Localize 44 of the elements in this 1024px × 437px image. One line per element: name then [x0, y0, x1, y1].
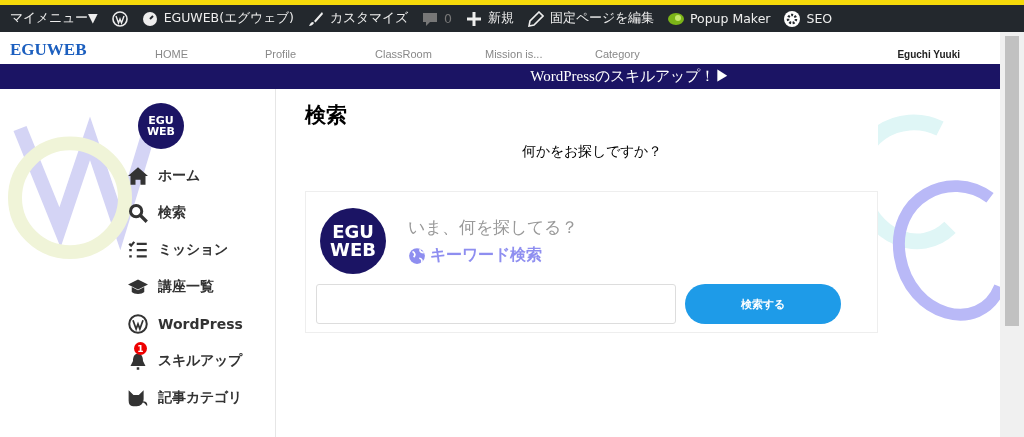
- brush-icon: [307, 10, 324, 27]
- sidebar-link[interactable]: ホーム: [158, 166, 200, 185]
- scrollbar[interactable]: [1000, 32, 1024, 437]
- comment-icon: [421, 10, 438, 27]
- admin-bar-item[interactable]: 固定ページを編集: [549, 10, 654, 27]
- nav-link[interactable]: Mission is...: [485, 48, 595, 60]
- gear-icon: [784, 10, 801, 27]
- search-field[interactable]: [316, 284, 676, 324]
- logo: EGU WEB: [320, 208, 386, 274]
- nav-link[interactable]: HOME: [155, 48, 265, 60]
- page-title: 検索: [305, 102, 348, 129]
- nav-link[interactable]: Category: [595, 48, 705, 60]
- checklist-icon: [128, 239, 148, 260]
- search-prompt: いま、何を探してる？: [408, 216, 578, 239]
- admin-bar-item[interactable]: EGUWEB(エグウェブ): [163, 10, 294, 27]
- admin-bar-item[interactable]: カスタマイズ: [329, 10, 408, 27]
- admin-bar-item[interactable]: 新規: [487, 10, 514, 27]
- site-title[interactable]: EGUWEB: [10, 40, 155, 60]
- wordpress-icon: [128, 313, 148, 334]
- sidebar-link[interactable]: 検索: [158, 203, 186, 222]
- logo[interactable]: EGU WEB: [138, 103, 184, 149]
- admin-bar-item[interactable]: Popup Maker: [689, 11, 771, 26]
- sidebar-link[interactable]: ミッション: [158, 240, 228, 259]
- admin-bar-item[interactable]: マイメニュー▼: [10, 10, 98, 27]
- user-name: Eguchi Yuuki: [897, 49, 960, 60]
- admin-bar-item[interactable]: SEO: [806, 11, 833, 26]
- wordpress-icon: [111, 10, 128, 27]
- sidebar-link[interactable]: スキルアップ: [158, 351, 242, 370]
- nav-link[interactable]: Profile: [265, 48, 375, 60]
- cat-icon: [128, 387, 148, 408]
- search-icon: [128, 202, 148, 223]
- dashboard-icon: [141, 10, 158, 27]
- plus-icon: [465, 10, 482, 27]
- banner: WordPressのスキルアップ！▶: [0, 64, 1000, 89]
- sidebar-link[interactable]: 講座一覧: [158, 277, 214, 296]
- nav-link[interactable]: ClassRoom: [375, 48, 485, 60]
- sidebar-link[interactable]: 記事カテゴリ: [158, 388, 242, 407]
- notification-badge: 1: [134, 342, 147, 355]
- search-heading: キーワード検索: [430, 245, 542, 266]
- sidebar-link[interactable]: WordPress: [158, 315, 243, 332]
- pencil-icon: [527, 10, 544, 27]
- subtitle: 何かをお探しですか？: [520, 143, 663, 161]
- home-icon: [128, 165, 148, 186]
- globe-icon: [408, 246, 426, 265]
